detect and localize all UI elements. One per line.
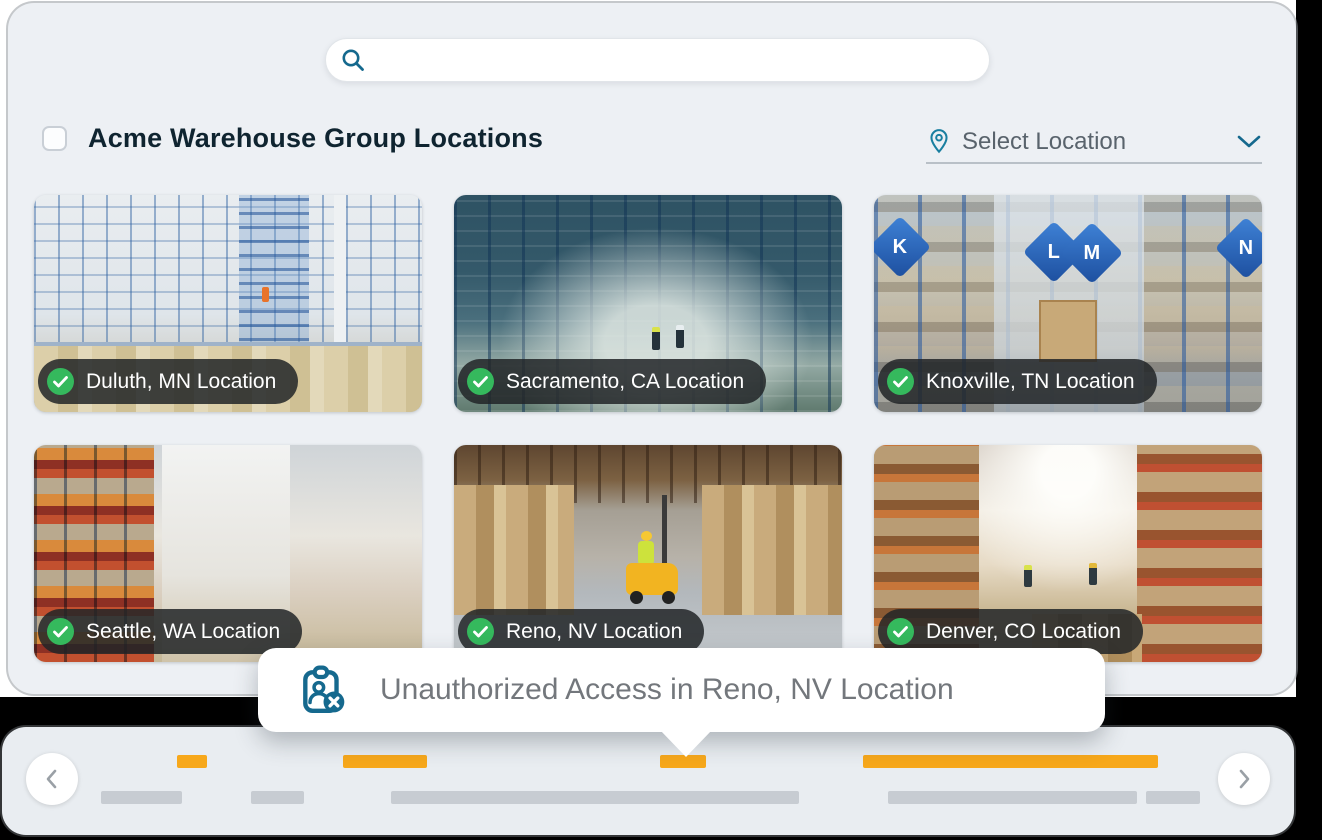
timeline-activity-segment[interactable] — [391, 791, 799, 804]
timeline-activity-segment[interactable] — [251, 791, 304, 804]
check-circle-icon — [467, 618, 494, 645]
location-label: Knoxville, TN Location — [926, 369, 1135, 393]
location-label: Seattle, WA Location — [86, 619, 281, 643]
alert-pointer — [660, 730, 712, 757]
location-label-pill: Sacramento, CA Location — [458, 359, 767, 404]
location-pin-icon — [930, 129, 948, 154]
check-circle-icon — [887, 618, 914, 645]
unauthorized-access-alert[interactable]: Unauthorized Access in Reno, NV Location — [258, 648, 1105, 732]
location-label-pill: Knoxville, TN Location — [878, 359, 1157, 404]
photo-detail — [630, 591, 643, 604]
location-label: Duluth, MN Location — [86, 369, 277, 393]
aisle-sign: K — [874, 215, 932, 279]
forklift — [626, 563, 678, 595]
chevron-left-icon — [46, 769, 57, 789]
check-circle-icon — [467, 368, 494, 395]
photo-detail — [1024, 565, 1032, 587]
photo-detail — [262, 287, 269, 302]
page-title: Acme Warehouse Group Locations — [88, 123, 544, 153]
photo-detail — [1089, 563, 1097, 585]
alert-message: Unauthorized Access in Reno, NV Location — [380, 673, 954, 706]
location-select-dropdown[interactable]: Select Location — [926, 122, 1262, 164]
video-backdrop-right — [1296, 0, 1322, 840]
check-circle-icon — [887, 368, 914, 395]
location-card-reno[interactable]: Reno, NV Location — [454, 445, 842, 662]
photo-detail — [1137, 445, 1262, 662]
chevron-right-icon — [1239, 769, 1250, 789]
photo-detail — [638, 541, 654, 565]
photo-detail — [641, 531, 652, 541]
timeline-next-button[interactable] — [1218, 753, 1270, 805]
timeline-alert-segment[interactable] — [177, 755, 207, 768]
location-card-sacramento[interactable]: Sacramento, CA Location — [454, 195, 842, 412]
timeline-activity-segment[interactable] — [1146, 791, 1200, 804]
location-card-knoxville[interactable]: K L M N Knoxville, TN Location — [874, 195, 1262, 412]
timeline-prev-button[interactable] — [26, 753, 78, 805]
check-circle-icon — [47, 368, 74, 395]
unauthorized-access-icon — [303, 665, 345, 713]
timeline-bar[interactable] — [2, 727, 1294, 835]
photo-detail — [702, 485, 842, 615]
location-card-seattle[interactable]: Seattle, WA Location — [34, 445, 422, 662]
select-all-checkbox[interactable] — [42, 126, 67, 151]
aisle-sign: N — [1214, 216, 1262, 280]
photo-detail — [1039, 300, 1097, 362]
location-card-duluth[interactable]: Duluth, MN Location — [34, 195, 422, 412]
location-label-pill: Seattle, WA Location — [38, 609, 303, 654]
search-icon — [342, 49, 364, 71]
location-label: Sacramento, CA Location — [506, 369, 745, 393]
location-card-denver[interactable]: Denver, CO Location — [874, 445, 1262, 662]
location-label-pill: Duluth, MN Location — [38, 359, 299, 404]
chevron-down-icon — [1237, 135, 1261, 148]
location-select-value: Select Location — [962, 128, 1127, 155]
timeline-activity-segment[interactable] — [888, 791, 1137, 804]
photo-detail — [454, 485, 574, 615]
photo-detail — [662, 591, 675, 604]
location-label: Reno, NV Location — [506, 619, 683, 643]
search-bar[interactable] — [325, 38, 990, 82]
check-circle-icon — [47, 618, 74, 645]
search-input[interactable] — [374, 39, 978, 81]
timeline-alert-segment[interactable] — [863, 755, 1158, 768]
timeline-alert-segment[interactable] — [343, 755, 427, 768]
photo-detail — [652, 327, 660, 350]
timeline-activity-segment[interactable] — [101, 791, 182, 804]
photo-detail — [676, 325, 684, 348]
location-label: Denver, CO Location — [926, 619, 1121, 643]
photo-detail — [239, 195, 309, 355]
